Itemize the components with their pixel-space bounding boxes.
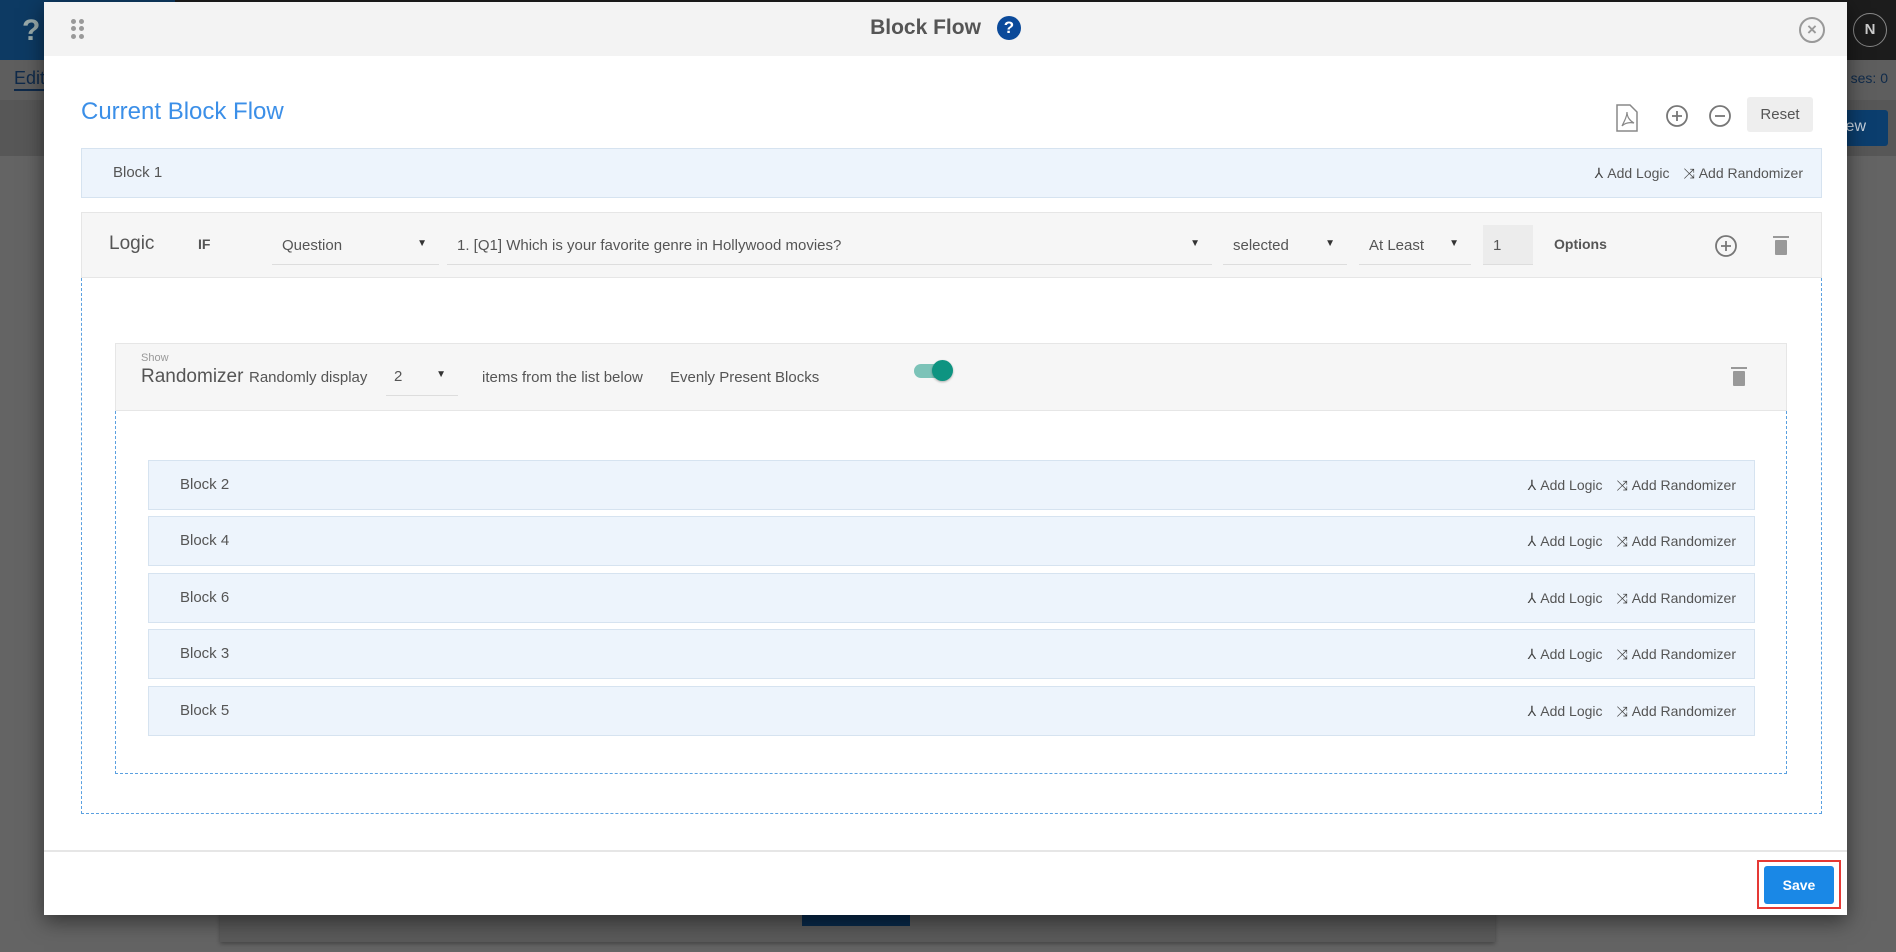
save-highlight: Save	[1757, 860, 1841, 909]
add-randomizer-label: Add Randomizer	[1631, 590, 1736, 606]
randomizer-label: Randomizer	[141, 366, 244, 387]
randomly-display-label: Randomly display	[249, 369, 368, 386]
type-select[interactable]: Question ▼	[272, 225, 439, 265]
add-randomizer-label: Add Randomizer	[1631, 646, 1736, 662]
modal-title: Block Flow?	[44, 16, 1847, 40]
logic-icon: ⅄	[1527, 646, 1537, 662]
pdf-icon[interactable]	[1616, 104, 1638, 138]
add-randomizer-button[interactable]: ⤨ Add Randomizer	[1617, 590, 1736, 607]
modal-header: Block Flow? ×	[44, 2, 1847, 56]
add-logic-button[interactable]: ⅄ Add Logic	[1595, 165, 1670, 182]
options-label: Options	[1554, 236, 1607, 252]
shuffle-icon: ⤨	[1616, 590, 1628, 606]
add-logic-label: Add Logic	[1540, 646, 1603, 662]
block-label: Block 4	[180, 532, 230, 549]
quantifier-select[interactable]: At Least ▼	[1359, 225, 1471, 265]
logic-row: Logic IF Question ▼ 1. [Q1] Which is your…	[81, 212, 1822, 278]
add-logic-button[interactable]: ⅄ Add Logic	[1528, 590, 1603, 607]
add-randomizer-button[interactable]: ⤨ Add Randomizer	[1684, 165, 1803, 182]
logic-icon: ⅄	[1594, 165, 1604, 181]
block-label: Block 5	[180, 702, 230, 719]
evenly-present-label: Evenly Present Blocks	[670, 369, 820, 386]
caret-down-icon: ▼	[417, 238, 427, 249]
add-logic-label: Add Logic	[1540, 477, 1603, 493]
add-randomizer-button[interactable]: ⤨ Add Randomizer	[1617, 703, 1736, 720]
zoom-out-icon[interactable]	[1708, 104, 1732, 134]
block-flow-modal: Block Flow? × Current Block Flow Reset B…	[44, 2, 1847, 915]
block-label: Block 3	[180, 645, 230, 662]
logic-icon: ⅄	[1527, 477, 1537, 493]
app-logo: ?	[22, 14, 41, 47]
block-label: Block 1	[113, 164, 163, 181]
quantifier-value: At Least	[1369, 237, 1425, 254]
add-randomizer-label: Add Randomizer	[1631, 703, 1736, 719]
block-row: Block 3 ⅄ Add Logic ⤨ Add Randomizer	[148, 629, 1755, 679]
page-title: Current Block Flow	[81, 98, 284, 125]
condition-value: selected	[1233, 237, 1289, 254]
question-select[interactable]: 1. [Q1] Which is your favorite genre in …	[447, 225, 1212, 265]
avatar[interactable]: N	[1853, 13, 1887, 47]
logic-icon: ⅄	[1527, 703, 1537, 719]
add-randomizer-label: Add Randomizer	[1698, 165, 1803, 181]
add-condition-icon[interactable]	[1714, 234, 1738, 263]
add-logic-label: Add Logic	[1607, 165, 1670, 181]
block-label: Block 2	[180, 476, 230, 493]
modal-title-text: Block Flow	[870, 16, 981, 39]
caret-down-icon: ▼	[1449, 238, 1459, 249]
modal-footer	[44, 850, 1847, 852]
shuffle-icon: ⤨	[1616, 703, 1628, 719]
edit-tab[interactable]: Edit	[14, 68, 46, 91]
add-logic-button[interactable]: ⅄ Add Logic	[1528, 646, 1603, 663]
caret-down-icon: ▼	[436, 369, 446, 380]
shuffle-icon: ⤨	[1616, 533, 1628, 549]
add-logic-button[interactable]: ⅄ Add Logic	[1528, 477, 1603, 494]
randomizer-count-value: 2	[394, 368, 403, 385]
add-logic-label: Add Logic	[1540, 533, 1603, 549]
add-logic-label: Add Logic	[1540, 590, 1603, 606]
evenly-present-toggle[interactable]	[914, 360, 953, 381]
shuffle-icon: ⤨	[1616, 646, 1628, 662]
logic-icon: ⅄	[1527, 590, 1537, 606]
logic-label: Logic	[109, 233, 155, 254]
block-row: Block 5 ⅄ Add Logic ⤨ Add Randomizer	[148, 686, 1755, 736]
if-label: IF	[198, 236, 211, 252]
add-logic-button[interactable]: ⅄ Add Logic	[1528, 533, 1603, 550]
close-icon[interactable]: ×	[1799, 17, 1825, 43]
add-logic-label: Add Logic	[1540, 703, 1603, 719]
block-row: Block 1 ⅄ Add Logic ⤨ Add Randomizer	[81, 148, 1822, 198]
shuffle-icon: ⤨	[1683, 165, 1695, 181]
add-randomizer-button[interactable]: ⤨ Add Randomizer	[1617, 533, 1736, 550]
add-logic-button[interactable]: ⅄ Add Logic	[1528, 703, 1603, 720]
question-value: 1. [Q1] Which is your favorite genre in …	[457, 237, 842, 254]
block-row: Block 2 ⅄ Add Logic ⤨ Add Randomizer	[148, 460, 1755, 510]
add-randomizer-button[interactable]: ⤨ Add Randomizer	[1617, 477, 1736, 494]
help-icon[interactable]: ?	[996, 16, 1021, 40]
logic-icon: ⅄	[1527, 533, 1537, 549]
condition-select[interactable]: selected ▼	[1223, 225, 1347, 265]
delete-randomizer-icon[interactable]	[1731, 367, 1747, 386]
type-value: Question	[282, 237, 343, 254]
caret-down-icon: ▼	[1325, 238, 1335, 249]
responses-count: ses: 0	[1850, 70, 1888, 86]
add-randomizer-label: Add Randomizer	[1631, 477, 1736, 493]
count-input[interactable]: 1	[1483, 225, 1533, 265]
block-label: Block 6	[180, 589, 230, 606]
randomizer-count-select[interactable]: 2 ▼	[386, 356, 458, 396]
caret-down-icon: ▼	[1190, 238, 1200, 249]
zoom-in-icon[interactable]	[1665, 104, 1689, 134]
reset-button[interactable]: Reset	[1747, 97, 1813, 132]
block-row: Block 6 ⅄ Add Logic ⤨ Add Randomizer	[148, 573, 1755, 623]
add-randomizer-button[interactable]: ⤨ Add Randomizer	[1617, 646, 1736, 663]
show-label: Show	[141, 352, 169, 364]
save-button[interactable]: Save	[1764, 866, 1834, 904]
items-text: items from the list below	[482, 369, 643, 386]
shuffle-icon: ⤨	[1616, 477, 1628, 493]
randomizer-header: Show Randomizer Randomly display 2 ▼ item…	[115, 343, 1787, 411]
block-row: Block 4 ⅄ Add Logic ⤨ Add Randomizer	[148, 516, 1755, 566]
add-randomizer-label: Add Randomizer	[1631, 533, 1736, 549]
delete-logic-icon[interactable]	[1773, 236, 1789, 255]
